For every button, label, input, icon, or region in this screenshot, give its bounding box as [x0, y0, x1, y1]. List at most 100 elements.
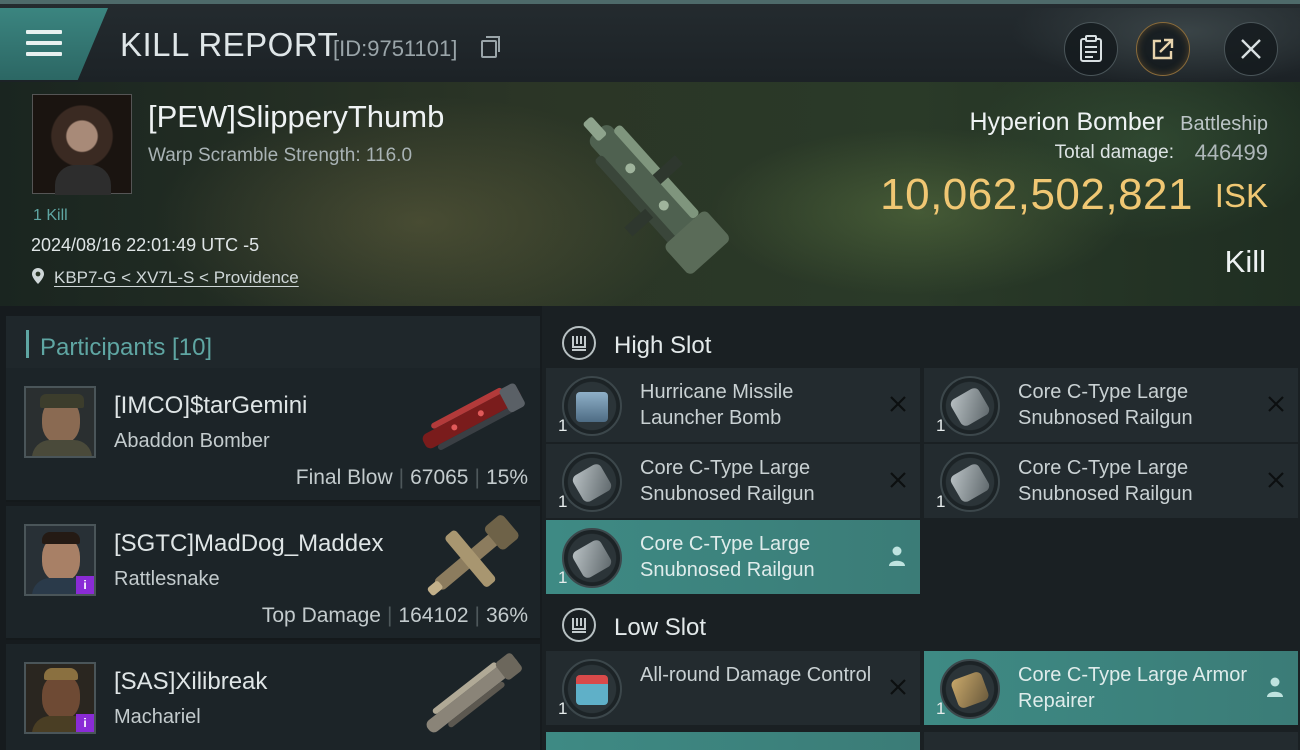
module-name: Core C-Type Large Snubnosed Railgun: [1018, 457, 1193, 505]
person-icon: [889, 546, 905, 566]
total-damage-label: Total damage:: [1054, 142, 1174, 163]
participants-header: Participants [10]: [6, 316, 540, 370]
module-name: Core C-Type Large Armor Repairer: [1018, 664, 1247, 712]
participant-stats: Final Blow | 67065 | 15%: [295, 466, 528, 489]
share-icon: [1152, 38, 1174, 60]
participant-role: Final Blow: [295, 466, 393, 489]
module-item-dropped[interactable]: 1 Core C-Type Large Snubnosed Railgun: [546, 520, 920, 594]
module-quantity: 1: [936, 416, 946, 435]
participant-name[interactable]: [IMCO]$tarGemini: [114, 392, 307, 420]
total-damage-value: 446499: [1194, 140, 1268, 165]
module-item[interactable]: 1 Core C-Type Large Snubnosed Railgun: [924, 444, 1298, 518]
result-label: Kill: [1224, 244, 1266, 279]
participant-row[interactable]: i [SGTC]MadDog_Maddex Rattlesnake Top Da…: [6, 506, 540, 640]
module-name: All-round Damage Control: [640, 664, 872, 686]
kill-count: 1 Kill: [33, 207, 68, 224]
header-accent-bar: [26, 330, 29, 358]
victim-avatar[interactable]: [32, 94, 132, 195]
participant-ship: Rattlesnake: [114, 568, 220, 590]
participant-ship-image: [426, 653, 522, 733]
module-item[interactable]: 1 Hurricane Missile Launcher Bomb: [546, 368, 920, 442]
participants-title: Participants [10]: [40, 334, 213, 361]
victim-ship-class: Battleship: [1180, 113, 1268, 135]
module-name: Core C-Type Large Snubnosed Railgun: [640, 533, 815, 581]
victim-pilot-name[interactable]: [PEW]SlipperyThumb: [148, 99, 444, 135]
railgun-icon: [562, 528, 622, 588]
participant-avatar[interactable]: [24, 386, 96, 458]
info-badge-icon: i: [76, 714, 94, 732]
victim-ship-image: [583, 117, 729, 274]
low-slot-header: Low Slot: [542, 594, 1300, 654]
participant-name[interactable]: [SGTC]MadDog_Maddex: [114, 530, 383, 558]
module-quantity: 1: [558, 699, 568, 718]
participant-damage: 164102: [398, 604, 469, 627]
module-quantity: 1: [558, 492, 568, 511]
page-title: KILL REPORT: [120, 26, 339, 63]
close-button[interactable]: [1224, 22, 1278, 76]
module-item[interactable]: 1 All-round Damage Control: [546, 651, 920, 725]
destroyed-x-icon: [890, 396, 906, 412]
module-name: Hurricane Missile Launcher Bomb: [640, 381, 794, 429]
copy-icon[interactable]: [481, 36, 500, 58]
destroyed-x-icon: [1268, 472, 1284, 488]
module-item-partial[interactable]: [924, 732, 1298, 750]
high-slot-title: High Slot: [614, 332, 712, 359]
module-item[interactable]: 1 Core C-Type Large Snubnosed Railgun: [546, 444, 920, 518]
participant-ship-image: [427, 515, 519, 596]
low-slot-title: Low Slot: [614, 614, 707, 641]
module-quantity: 1: [558, 416, 568, 435]
participant-ship-image: [422, 383, 525, 450]
participant-damage-percent: 15%: [485, 466, 528, 489]
isk-value: 10,062,502,821: [880, 170, 1193, 219]
participant-ship: Machariel: [114, 706, 201, 728]
participant-avatar[interactable]: i: [24, 662, 96, 734]
participant-row[interactable]: [IMCO]$tarGemini Abaddon Bomber Final Bl…: [6, 368, 540, 502]
warp-scramble-strength: Warp Scramble Strength: 116.0: [148, 145, 413, 166]
kill-datetime: 2024/08/16 22:01:49 UTC -5: [31, 235, 260, 255]
clipboard-icon: [1080, 35, 1102, 62]
menu-button[interactable]: [0, 8, 108, 80]
top-bar: KILL REPORT [ID:9751101]: [0, 0, 1300, 86]
kill-location-link[interactable]: KBP7-G < XV7L-S < Providence: [54, 268, 299, 288]
high-slot-header: High Slot: [542, 312, 1300, 372]
clipboard-button[interactable]: [1064, 22, 1118, 76]
participant-damage: 67065: [410, 466, 469, 489]
module-quantity: 1: [558, 568, 568, 587]
location-pin-icon: [32, 268, 44, 284]
destroyed-x-icon: [1268, 396, 1284, 412]
victim-summary: [PEW]SlipperyThumb Warp Scramble Strengt…: [0, 82, 1300, 306]
participant-name[interactable]: [SAS]Xilibreak: [114, 668, 267, 696]
module-name: Core C-Type Large Snubnosed Railgun: [640, 457, 815, 505]
missile-launcher-icon: [562, 376, 622, 436]
victim-ship-name[interactable]: Hyperion Bomber: [969, 108, 1164, 137]
module-quantity: 1: [936, 492, 946, 511]
armor-repairer-icon: [940, 659, 1000, 719]
module-item[interactable]: 1 Core C-Type Large Snubnosed Railgun: [924, 368, 1298, 442]
destroyed-x-icon: [890, 679, 906, 695]
participant-ship: Abaddon Bomber: [114, 430, 270, 452]
participant-avatar[interactable]: i: [24, 524, 96, 596]
damage-control-icon: [562, 659, 622, 719]
person-icon: [1267, 677, 1283, 697]
module-quantity: 1: [936, 699, 946, 718]
destroyed-x-icon: [890, 472, 906, 488]
railgun-icon: [940, 452, 1000, 512]
participants-panel: Participants [10] [IMCO]$tarGemini Abadd…: [0, 306, 542, 750]
module-item-dropped[interactable]: 1 Core C-Type Large Armor Repairer: [924, 651, 1298, 725]
module-item-partial[interactable]: [546, 732, 920, 750]
module-name: Core C-Type Large Snubnosed Railgun: [1018, 381, 1193, 429]
hamburger-icon: [26, 30, 62, 58]
participant-stats: Top Damage | 164102 | 36%: [261, 604, 528, 627]
railgun-icon: [940, 376, 1000, 436]
participant-role: Top Damage: [261, 604, 381, 627]
report-id: [ID:9751101]: [333, 36, 458, 61]
close-icon: [1241, 39, 1261, 59]
participant-damage-percent: 36%: [485, 604, 528, 627]
participant-row[interactable]: i [SAS]Xilibreak Machariel: [6, 644, 540, 750]
share-button[interactable]: [1136, 22, 1190, 76]
isk-unit: ISK: [1214, 177, 1268, 214]
railgun-icon: [562, 452, 622, 512]
high-slot-icon: [562, 326, 596, 360]
info-badge-icon: i: [76, 576, 94, 594]
low-slot-icon: [562, 608, 596, 642]
